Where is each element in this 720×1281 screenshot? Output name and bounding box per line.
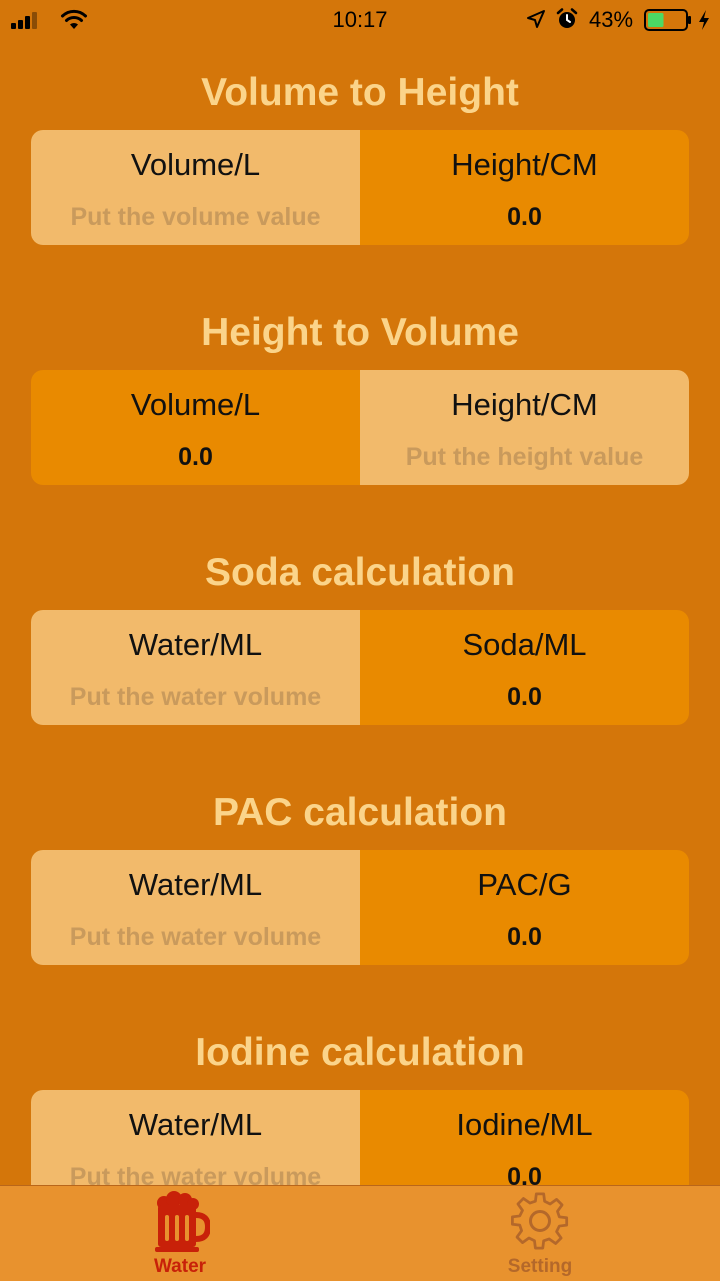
soda-result: Soda/ML 0.0 xyxy=(360,610,689,725)
result-value: 0.0 xyxy=(507,923,542,951)
battery-icon xyxy=(644,9,691,31)
height-input-field[interactable]: Height/CM Put the height value xyxy=(360,370,689,485)
gear-icon xyxy=(511,1192,569,1250)
field-label: PAC/G xyxy=(477,867,572,902)
tab-setting[interactable]: Setting xyxy=(450,1186,630,1281)
section-title: PAC calculation xyxy=(212,791,507,834)
pac-result: PAC/G 0.0 xyxy=(360,850,689,965)
tab-label: Setting xyxy=(507,1256,573,1277)
height-result: Height/CM 0.0 xyxy=(360,130,689,245)
status-bar: 10:17 43% xyxy=(0,0,720,40)
field-label: Soda/ML xyxy=(462,627,587,662)
tab-label: Water xyxy=(153,1256,207,1277)
volume-input-field[interactable]: Volume/L Put the volume value xyxy=(31,130,360,245)
water-input-field[interactable]: Water/ML Put the water volume xyxy=(31,610,360,725)
calc-card: Water/ML Put the water volume PAC/G 0.0 xyxy=(31,850,689,965)
field-label: Volume/L xyxy=(130,147,261,182)
field-label: Water/ML xyxy=(128,1107,263,1142)
calc-card: Volume/L 0.0 Height/CM Put the height va… xyxy=(31,370,689,485)
alarm-clock-icon xyxy=(556,8,578,28)
field-label: Height/CM xyxy=(451,147,598,182)
volume-result: Volume/L 0.0 xyxy=(31,370,360,485)
field-label: Volume/L xyxy=(130,387,261,422)
section-title: Volume to Height xyxy=(201,71,519,114)
section-title: Iodine calculation xyxy=(195,1031,525,1074)
calc-card: Water/ML Put the water volume Soda/ML 0.… xyxy=(31,610,689,725)
calc-card: Volume/L Put the volume value Height/CM … xyxy=(31,130,689,245)
battery-percentage: 43% xyxy=(589,7,634,32)
result-value: 0.0 xyxy=(507,203,542,231)
tab-water[interactable]: Water xyxy=(90,1186,270,1281)
beer-mug-icon xyxy=(155,1191,210,1252)
water-placeholder: Put the water volume xyxy=(69,683,322,711)
tab-bar: Water Setting xyxy=(0,1185,720,1281)
field-label: Iodine/ML xyxy=(456,1107,593,1142)
field-label: Water/ML xyxy=(128,627,263,662)
water-placeholder: Put the water volume xyxy=(69,923,322,951)
section-title: Height to Volume xyxy=(201,311,519,354)
volume-placeholder: Put the volume value xyxy=(70,203,321,231)
field-label: Water/ML xyxy=(128,867,263,902)
location-arrow-icon xyxy=(527,10,545,28)
charging-bolt-icon xyxy=(699,10,709,30)
height-placeholder: Put the height value xyxy=(405,443,644,471)
field-label: Height/CM xyxy=(451,387,598,422)
water-input-field[interactable]: Water/ML Put the water volume xyxy=(31,850,360,965)
result-value: 0.0 xyxy=(178,443,213,471)
section-title: Soda calculation xyxy=(205,551,515,594)
result-value: 0.0 xyxy=(507,683,542,711)
